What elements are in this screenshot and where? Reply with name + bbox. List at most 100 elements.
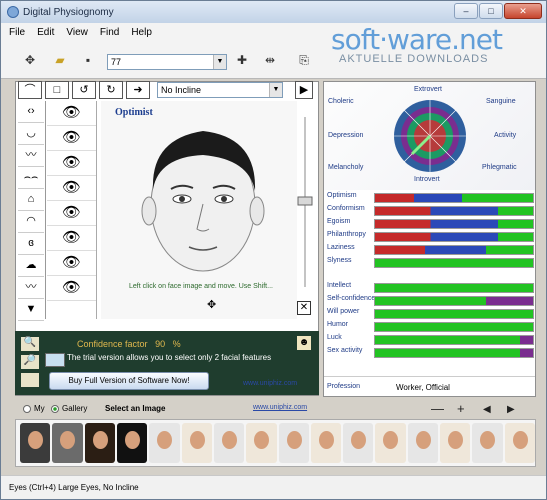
trait-label: Slyness	[327, 257, 352, 264]
gallery-thumb[interactable]	[407, 423, 439, 463]
gallery-thumb[interactable]	[20, 423, 51, 463]
chin-icon[interactable]: ◡	[18, 123, 44, 145]
open-folder-icon[interactable]: ▰	[51, 51, 69, 69]
arrow-right-icon[interactable]: ➜	[126, 81, 150, 99]
gallery-prev-button[interactable]: ◀	[483, 404, 491, 415]
move-icon[interactable]: ✥	[21, 51, 39, 69]
zoom-in-icon[interactable]: ✚	[233, 51, 251, 69]
gallery-thumb[interactable]	[246, 423, 277, 463]
close-button[interactable]: ✕	[504, 3, 542, 19]
eye-variant-icon[interactable]: 👁	[47, 101, 96, 126]
menu-view[interactable]: View	[66, 27, 88, 38]
title-bar: Digital Physiognomy – □ ✕	[1, 1, 546, 23]
radio-gallery[interactable]: Gallery	[51, 404, 87, 413]
trait-meter-rest	[520, 349, 533, 357]
menu-edit[interactable]: Edit	[37, 27, 54, 38]
eyes-icon[interactable]: ⌢⌢	[18, 167, 44, 189]
rotate-left-icon[interactable]: ↺	[72, 81, 96, 99]
gallery-next-button[interactable]: ▶	[507, 404, 515, 415]
fit-icon[interactable]: ⇹	[261, 51, 279, 69]
ear-icon[interactable]: ɞ	[18, 233, 44, 255]
eye-variant-icon[interactable]: 👁	[47, 176, 96, 201]
gallery-thumb[interactable]	[213, 423, 245, 463]
trait-meter	[374, 309, 534, 319]
gallery-link[interactable]: www.uniphiz.com	[253, 404, 307, 411]
menu-file[interactable]: File	[9, 27, 25, 38]
eye-variant-icon[interactable]: 👁	[47, 276, 96, 301]
gallery-strip	[15, 419, 536, 467]
gallery-thumb[interactable]	[84, 423, 115, 463]
trait-meter	[374, 335, 534, 345]
eye-variant-icon[interactable]: 👁	[47, 126, 96, 151]
play-icon[interactable]: ▶	[295, 81, 313, 99]
gallery-thumb[interactable]	[310, 423, 342, 463]
trait-meter-fill	[375, 349, 521, 357]
maximize-button[interactable]: □	[479, 3, 503, 19]
list-icon[interactable]	[21, 373, 39, 387]
rotate-right-icon[interactable]: ↻	[99, 81, 123, 99]
gallery-thumb[interactable]	[52, 423, 83, 463]
gallery-thumb[interactable]	[278, 423, 309, 463]
face-shape-icon[interactable]: □	[45, 81, 69, 99]
zoom-slider[interactable]	[297, 117, 313, 287]
trait-meter-fill	[375, 220, 499, 228]
copy-icon[interactable]: ⎘	[295, 51, 313, 69]
trait-meter	[374, 258, 534, 268]
chevron-down-icon[interactable]: ▼	[269, 83, 282, 97]
gallery-thumb[interactable]	[181, 423, 212, 463]
trait-row: Conformism	[324, 205, 535, 217]
save-icon[interactable]: ▪	[79, 51, 97, 69]
gallery-thumb[interactable]	[504, 423, 535, 463]
site-link[interactable]: www.uniphiz.com	[243, 380, 297, 387]
person-icon[interactable]: ☻	[297, 336, 311, 350]
eye-variant-icon[interactable]: 👁	[47, 151, 96, 176]
reset-icon[interactable]: ✕	[297, 301, 311, 315]
incline-value: No Incline	[161, 85, 202, 95]
hair-style-icon[interactable]: ☁	[18, 255, 44, 277]
beard-icon[interactable]: ▼	[18, 299, 44, 321]
trait-label: Optimism	[327, 192, 357, 199]
gallery-thumb[interactable]	[440, 423, 471, 463]
gallery-add-button[interactable]: +	[457, 401, 465, 416]
confidence-line: Confidence factor 90 %	[77, 339, 181, 349]
mouth-icon[interactable]: ◠	[18, 211, 44, 233]
trait-meter-fill	[375, 233, 499, 241]
zoom-combo[interactable]: 77 ▼	[107, 54, 227, 70]
gallery-thumb[interactable]	[149, 423, 180, 463]
menu-find[interactable]: Find	[100, 27, 119, 38]
hair-icon[interactable]: ⌒	[18, 81, 42, 99]
eye-variant-icon[interactable]: 👁	[47, 251, 96, 276]
incline-select[interactable]: No Incline ▼	[157, 82, 283, 98]
pan-icon[interactable]: ✥	[207, 299, 219, 311]
gallery-remove-button[interactable]: —	[431, 401, 444, 416]
mustache-icon[interactable]: 〰	[18, 277, 44, 299]
gallery-thumb[interactable]	[116, 423, 148, 463]
status-bar: Eyes (Ctrl+4) Large Eyes, No Incline	[1, 475, 546, 499]
confidence-value: 90	[155, 339, 166, 349]
gallery-thumb[interactable]	[375, 423, 406, 463]
zoom-tool-icon[interactable]: 🔎	[21, 355, 39, 369]
phlegmatic-label: Phlegmatic	[482, 164, 517, 171]
trait-meter-fill	[375, 336, 521, 344]
eye-variant-icon[interactable]: 👁	[47, 201, 96, 226]
grid-icon[interactable]	[45, 353, 65, 367]
magnifier-icon[interactable]: 🔍	[21, 337, 39, 351]
trait-label: Philanthropy	[327, 231, 366, 238]
face-canvas[interactable]: Optimist Left click on face image and mo…	[101, 101, 297, 319]
trait-bars: Optimism Conformism Egoism Philanthropy Lazi…	[324, 190, 535, 398]
nose-icon[interactable]: ⌂	[18, 189, 44, 211]
buy-full-version-button[interactable]: Buy Full Version of Software Now!	[49, 372, 209, 390]
radio-my[interactable]: My	[23, 404, 45, 413]
gallery-thumb[interactable]	[343, 423, 374, 463]
minimize-button[interactable]: –	[454, 3, 478, 19]
face-image[interactable]	[111, 109, 291, 284]
choleric-label: Choleric	[328, 98, 354, 105]
zoom-value: 77	[111, 57, 122, 67]
chevron-down-icon[interactable]: ▼	[213, 55, 226, 69]
menu-help[interactable]: Help	[131, 27, 152, 38]
eye-variant-icon[interactable]: 👁	[47, 226, 96, 251]
gallery-thumb[interactable]	[472, 423, 503, 463]
ears-icon[interactable]: ‹›	[18, 101, 44, 123]
trait-meter-fill	[375, 297, 486, 305]
brows-icon[interactable]: 〰	[18, 145, 44, 167]
